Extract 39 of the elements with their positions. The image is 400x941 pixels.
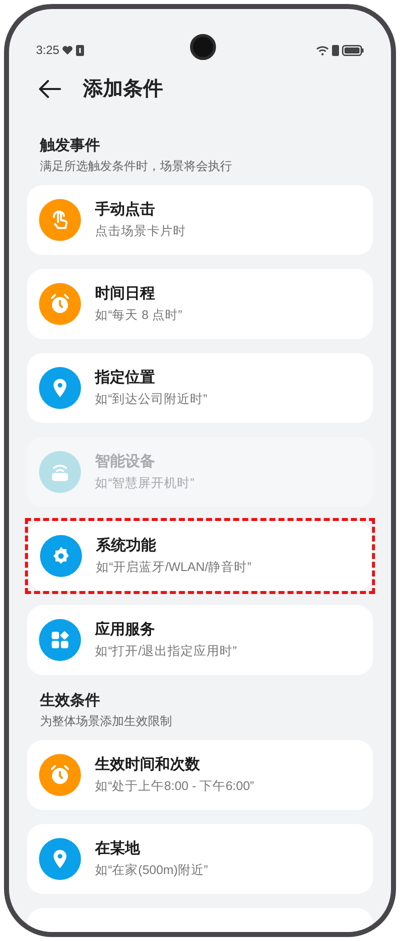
card-title: 系统功能	[96, 536, 157, 556]
wifi-icon	[316, 44, 329, 56]
card-hint: 如“开启蓝牙/WLAN/静音时”	[96, 559, 252, 576]
sim-icon	[332, 44, 339, 56]
card-title: 应用服务	[95, 620, 156, 640]
battery-icon	[342, 44, 364, 56]
status-time: 3:25	[36, 42, 60, 59]
card-hint: 如“在家(500m)附近”	[95, 862, 208, 879]
back-arrow-icon[interactable]	[39, 80, 61, 98]
card-hint: 如“处于上午8:00 - 下午6:00”	[95, 778, 254, 795]
condition-card[interactable]: 在某地 如“在家(500m)附近”	[27, 824, 373, 894]
condition-card[interactable]: 系统功能 如“开启蓝牙/WLAN/静音时”	[28, 521, 372, 591]
section-subtitle: 满足所选触发条件时，场景将会执行	[40, 158, 233, 175]
card-title: 指定位置	[95, 368, 156, 388]
condition-card[interactable]: 时间日程 如“每天 8 点时”	[27, 269, 373, 339]
card-hint: 点击场景卡片时	[95, 223, 186, 240]
card-title: 时间日程	[95, 284, 156, 304]
card-hint: 如“每天 8 点时”	[95, 307, 182, 324]
card-hint: 如“到达公司附近时”	[95, 391, 208, 408]
card-title: 智能设备	[95, 452, 156, 472]
card-hint: 如“智慧屏开机时”	[95, 475, 194, 492]
card-title: 手动点击	[95, 200, 156, 220]
page-title: 添加条件	[83, 77, 163, 102]
card-title: 在某地	[95, 839, 142, 859]
condition-card[interactable]: 应用服务 如“打开/退出指定应用时”	[27, 605, 373, 675]
section-title: 生效条件	[40, 691, 101, 711]
condition-card[interactable]: 生效时间和次数 如“处于上午8:00 - 下午6:00”	[27, 740, 373, 810]
section-subtitle: 为整体场景添加生效限制	[40, 713, 173, 730]
alarm-clock-icon	[48, 292, 72, 316]
heart-icon	[62, 45, 74, 55]
apps-grid-icon	[49, 629, 71, 651]
alarm-clock-icon	[48, 763, 72, 787]
section-title: 触发事件	[40, 136, 101, 156]
card-title: 生效时间和次数	[95, 755, 201, 775]
camera-hole	[190, 34, 216, 60]
notification-icon	[76, 44, 84, 56]
card-hint: 如“打开/退出指定应用时”	[95, 643, 237, 660]
condition-card[interactable]: 手动点击 点击场景卡片时	[27, 185, 373, 255]
condition-card[interactable]: 指定位置 如“到达公司附近时”	[27, 353, 373, 423]
